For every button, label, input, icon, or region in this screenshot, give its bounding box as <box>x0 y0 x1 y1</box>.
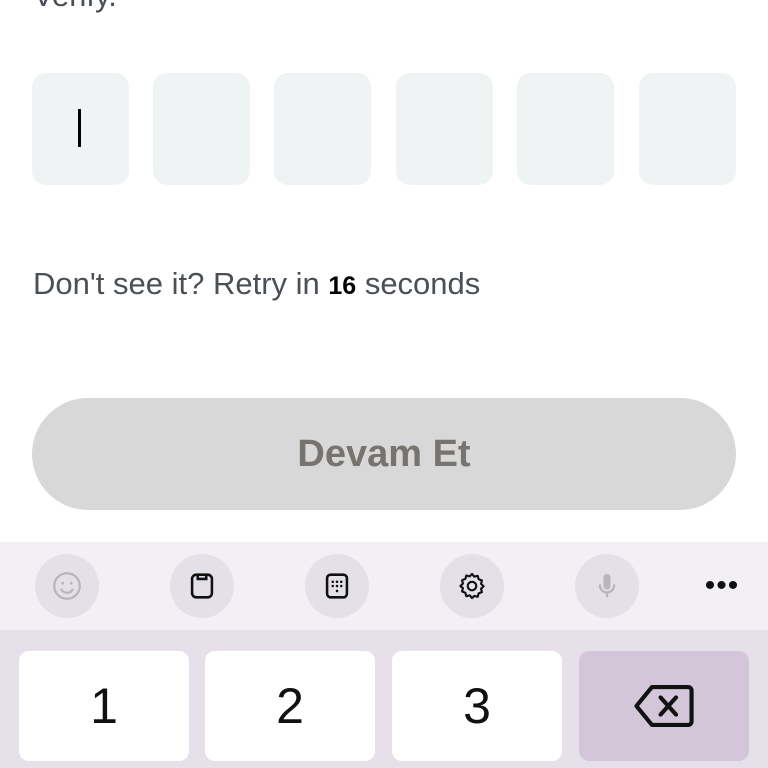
emoji-button[interactable] <box>35 554 99 618</box>
otp-digit-5[interactable] <box>517 73 614 185</box>
continue-button[interactable]: Devam Et <box>32 398 736 510</box>
otp-digit-4[interactable] <box>396 73 493 185</box>
otp-digit-6[interactable] <box>639 73 736 185</box>
delete-key[interactable] <box>579 651 749 761</box>
numeric-keypad: 1 2 3 <box>0 630 768 768</box>
retry-countdown: 16 <box>328 272 357 300</box>
numpad-icon <box>325 573 349 599</box>
otp-digit-1[interactable] <box>32 73 129 185</box>
retry-suffix: seconds <box>356 266 481 301</box>
clipboard-icon <box>190 573 214 599</box>
otp-digit-2[interactable] <box>153 73 250 185</box>
text-caret <box>78 109 81 147</box>
microphone-button[interactable] <box>575 554 639 618</box>
otp-digit-3[interactable] <box>274 73 371 185</box>
settings-button[interactable] <box>440 554 504 618</box>
clipboard-button[interactable] <box>170 554 234 618</box>
more-icon[interactable]: ••• <box>690 554 754 618</box>
key-2[interactable]: 2 <box>205 651 375 761</box>
key-3[interactable]: 3 <box>392 651 562 761</box>
backspace-icon <box>634 684 694 728</box>
instruction-text: Verify. <box>33 0 117 14</box>
microphone-icon <box>598 573 616 598</box>
emoji-icon <box>53 572 81 600</box>
keyboard-toolbar: ••• <box>0 542 768 630</box>
settings-icon <box>459 572 485 600</box>
numpad-button[interactable] <box>305 554 369 618</box>
retry-prefix: Don't see it? Retry in <box>33 266 329 301</box>
retry-message: Don't see it? Retry in 16 seconds <box>33 266 480 302</box>
key-1[interactable]: 1 <box>19 651 189 761</box>
otp-input-group <box>32 73 736 185</box>
